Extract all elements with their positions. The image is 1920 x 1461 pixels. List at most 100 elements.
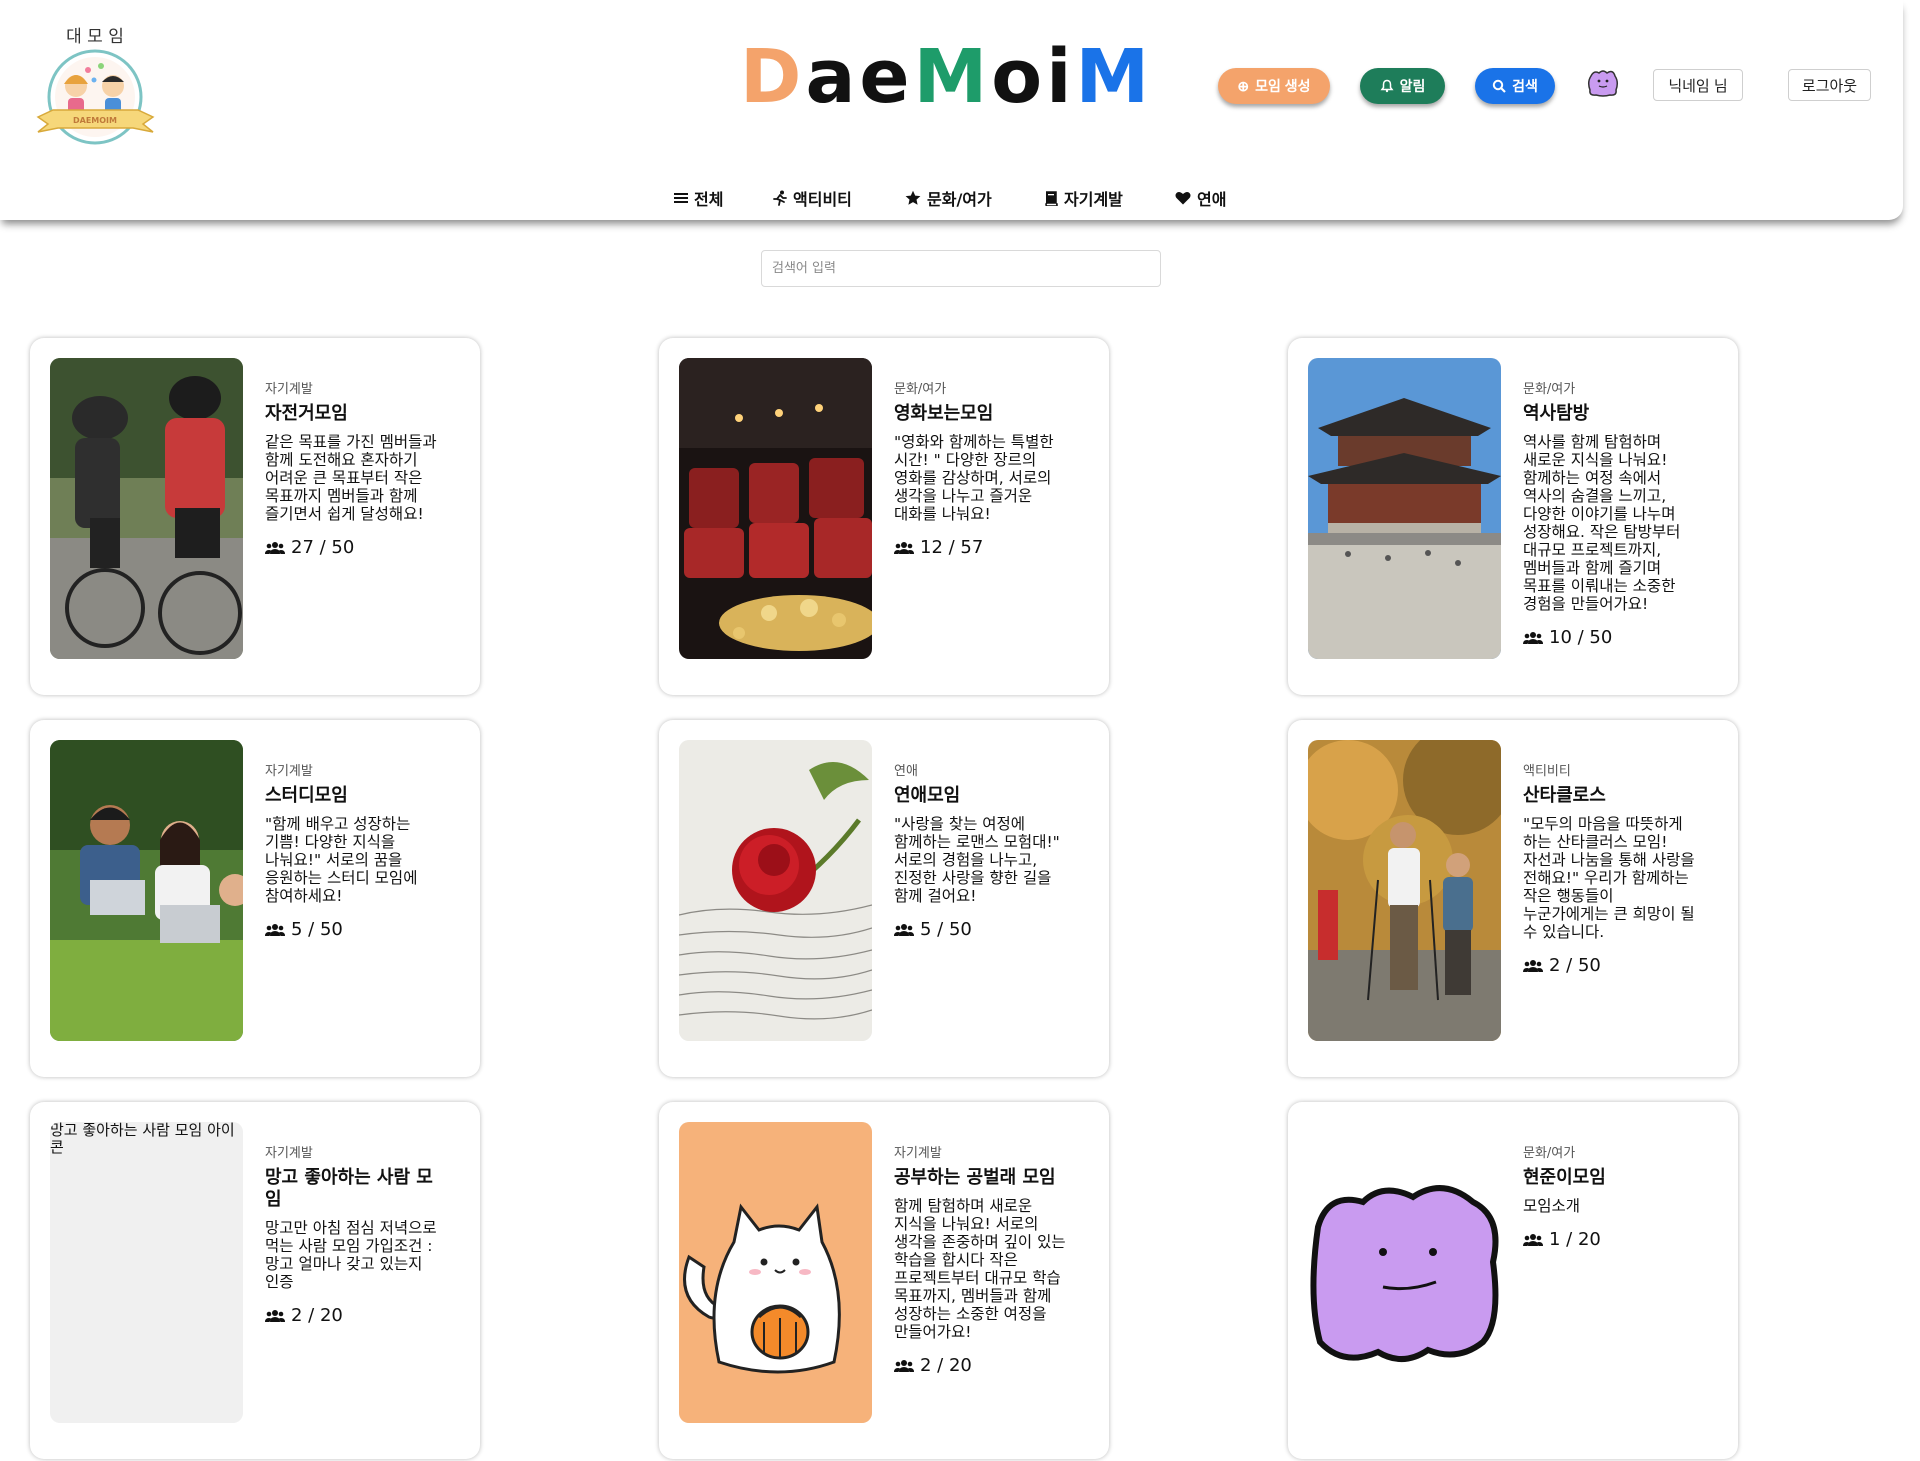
star-icon: [905, 190, 921, 205]
category-nav: 전체 액티비티 문화/여가 자기계발 연애: [0, 186, 1903, 210]
meeting-description: "모두의 마음을 따뜻하게 하는 산타클러스 모임! 자선과 나눔을 통해 사랑…: [1523, 815, 1695, 941]
member-count: 2 / 50: [1523, 955, 1703, 976]
nav-item-all[interactable]: 전체: [674, 186, 723, 210]
meeting-category: 자기계발: [894, 1146, 942, 1161]
brand-letter: a: [805, 34, 860, 120]
meeting-category: 문화/여가: [894, 382, 947, 397]
meeting-card[interactable]: 문화/여가 영화보는모임 "영화와 함께하는 특별한 시간! " 다양한 장르의…: [659, 338, 1109, 695]
list-icon: [674, 193, 688, 203]
book-icon: [1045, 190, 1058, 206]
create-meeting-button[interactable]: ⊕ 모임 생성: [1218, 68, 1330, 104]
brand-wordmark[interactable]: DaeMoiM: [740, 40, 1165, 115]
nickname-button[interactable]: 닉네임 님: [1653, 69, 1743, 101]
member-count-value: 12 / 57: [920, 537, 984, 558]
logo-small-text: 대 모 임: [66, 27, 124, 47]
meeting-info: 자기계발 망고 좋아하는 사람 모임 망고만 아침 점심 저녁으로 먹는 사람 …: [265, 1142, 445, 1326]
meeting-card[interactable]: 망고 좋아하는 사람 모임 아이콘 자기계발 망고 좋아하는 사람 모임 망고만…: [30, 1102, 480, 1459]
search-input[interactable]: [761, 250, 1161, 287]
meeting-description: "함께 배우고 성장하는 기쁨! 다양한 지식을 나눠요!" 서로의 꿈을 응원…: [265, 815, 418, 905]
nav-label-culture: 문화/여가: [927, 190, 992, 209]
meeting-category: 연애: [894, 764, 918, 779]
member-count-value: 5 / 50: [920, 919, 972, 940]
meeting-card[interactable]: 문화/여가 역사탐방 역사를 함께 탐험하며 새로운 지식을 나눠요! 함께하는…: [1288, 338, 1738, 695]
meeting-category: 자기계발: [265, 1146, 313, 1161]
brand-letter: o: [991, 34, 1047, 120]
plus-circle-icon: ⊕: [1237, 77, 1250, 94]
member-count: 2 / 20: [265, 1305, 445, 1326]
member-count: 2 / 20: [894, 1355, 1074, 1376]
member-count: 10 / 50: [1523, 627, 1703, 648]
meeting-card[interactable]: 자기계발 공부하는 공벌래 모임 함께 탐험하며 새로운 지식을 나눠요! 서로…: [659, 1102, 1109, 1459]
meeting-image-hikers: [1308, 740, 1501, 1041]
meeting-description: 모임소개: [1523, 1197, 1581, 1215]
nav-item-culture[interactable]: 문화/여가: [905, 186, 992, 210]
meeting-description: 함께 탐험하며 새로운 지식을 나눠요! 서로의 생각을 존중하며 깊이 있는 …: [894, 1197, 1066, 1341]
meeting-image-cat: [679, 1122, 872, 1423]
meeting-image-rose: [679, 740, 872, 1041]
brand-title: DaeMoiM: [740, 40, 1165, 115]
member-count-value: 2 / 20: [291, 1305, 343, 1326]
member-count: 5 / 50: [894, 919, 1074, 940]
meeting-description: 같은 목표를 가진 멤버들과 함께 도전해요 혼자하기 어려운 큰 목표부터 작…: [265, 433, 437, 523]
users-icon: [1523, 959, 1543, 972]
member-count: 1 / 20: [1523, 1229, 1703, 1250]
meeting-info: 문화/여가 역사탐방 역사를 함께 탐험하며 새로운 지식을 나눠요! 함께하는…: [1523, 378, 1703, 648]
daemoim-logo[interactable]: 대 모 임 DAEMOIM: [28, 22, 163, 152]
nav-item-activity[interactable]: 액티비티: [773, 186, 852, 210]
meeting-title: 공부하는 공벌래 모임: [894, 1167, 1056, 1188]
brand-letter: M: [913, 34, 992, 120]
meeting-category: 문화/여가: [1523, 1146, 1576, 1161]
meeting-image-study: [50, 740, 243, 1041]
meeting-card[interactable]: 문화/여가 현준이모임 모임소개 1 / 20: [1288, 1102, 1738, 1459]
logout-button[interactable]: 로그아웃: [1788, 69, 1871, 101]
meeting-card[interactable]: 연애 연애모임 "사랑을 찾는 여정에 함께하는 로맨스 모험대!" 서로의 경…: [659, 720, 1109, 1077]
nav-item-romance[interactable]: 연애: [1175, 186, 1226, 210]
meeting-title: 산타클로스: [1523, 785, 1606, 806]
search-button[interactable]: 검색: [1475, 68, 1555, 104]
users-icon: [894, 1359, 914, 1372]
member-count-value: 1 / 20: [1549, 1229, 1601, 1250]
meeting-title: 역사탐방: [1523, 403, 1590, 424]
member-count: 27 / 50: [265, 537, 445, 558]
ditto-avatar-icon[interactable]: [1586, 68, 1620, 98]
meeting-image-broken: 망고 좋아하는 사람 모임 아이콘: [50, 1122, 243, 1423]
member-count-value: 2 / 20: [920, 1355, 972, 1376]
meeting-card[interactable]: 자기계발 스터디모임 "함께 배우고 성장하는 기쁨! 다양한 지식을 나눠요!…: [30, 720, 480, 1077]
meeting-title: 망고 좋아하는 사람 모임: [265, 1167, 433, 1210]
member-count: 5 / 50: [265, 919, 445, 940]
create-meeting-label: 모임 생성: [1255, 78, 1311, 94]
meeting-card[interactable]: 액티비티 산타클로스 "모두의 마음을 따뜻하게 하는 산타클러스 모임! 자선…: [1288, 720, 1738, 1077]
meeting-category: 자기계발: [265, 382, 313, 397]
meeting-info: 자기계발 스터디모임 "함께 배우고 성장하는 기쁨! 다양한 지식을 나눠요!…: [265, 760, 445, 940]
running-icon: [773, 190, 787, 206]
meeting-info: 자기계발 공부하는 공벌래 모임 함께 탐험하며 새로운 지식을 나눠요! 서로…: [894, 1142, 1074, 1376]
brand-letter: e: [859, 34, 914, 120]
users-icon: [265, 1309, 285, 1322]
users-icon: [894, 541, 914, 554]
users-icon: [894, 923, 914, 936]
meeting-info: 자기계발 자전거모임 같은 목표를 가진 멤버들과 함께 도전해요 혼자하기 어…: [265, 378, 445, 558]
meeting-image-cyclists: [50, 358, 243, 659]
meeting-description: "사랑을 찾는 여정에 함께하는 로맨스 모험대!" 서로의 경험을 나누고, …: [894, 815, 1060, 905]
meeting-description: 망고만 아침 점심 저녁으로 먹는 사람 모임 가입조건 : 망고 얼마나 갖고…: [265, 1219, 437, 1291]
search-icon: [1492, 79, 1506, 93]
users-icon: [265, 541, 285, 554]
alarm-button[interactable]: 알림: [1360, 68, 1445, 104]
member-count-value: 10 / 50: [1549, 627, 1613, 648]
nav-label-activity: 액티비티: [793, 190, 852, 209]
brand-letter: D: [740, 34, 806, 120]
member-count-value: 2 / 50: [1549, 955, 1601, 976]
meeting-category: 액티비티: [1523, 764, 1571, 779]
meeting-description: 역사를 함께 탐험하며 새로운 지식을 나눠요! 함께하는 여정 속에서 역사의…: [1523, 433, 1681, 613]
meeting-card[interactable]: 자기계발 자전거모임 같은 목표를 가진 멤버들과 함께 도전해요 혼자하기 어…: [30, 338, 480, 695]
nav-label-selfdev: 자기계발: [1064, 190, 1123, 209]
nav-item-selfdev[interactable]: 자기계발: [1045, 186, 1123, 210]
meeting-info: 문화/여가 영화보는모임 "영화와 함께하는 특별한 시간! " 다양한 장르의…: [894, 378, 1074, 558]
member-count: 12 / 57: [894, 537, 1074, 558]
users-icon: [1523, 1233, 1543, 1246]
nav-label-all: 전체: [694, 190, 724, 209]
brand-letter: i: [1046, 34, 1076, 120]
meeting-info: 문화/여가 현준이모임 모임소개 1 / 20: [1523, 1142, 1703, 1250]
meeting-title: 현준이모임: [1523, 1167, 1606, 1188]
meeting-category: 문화/여가: [1523, 382, 1576, 397]
